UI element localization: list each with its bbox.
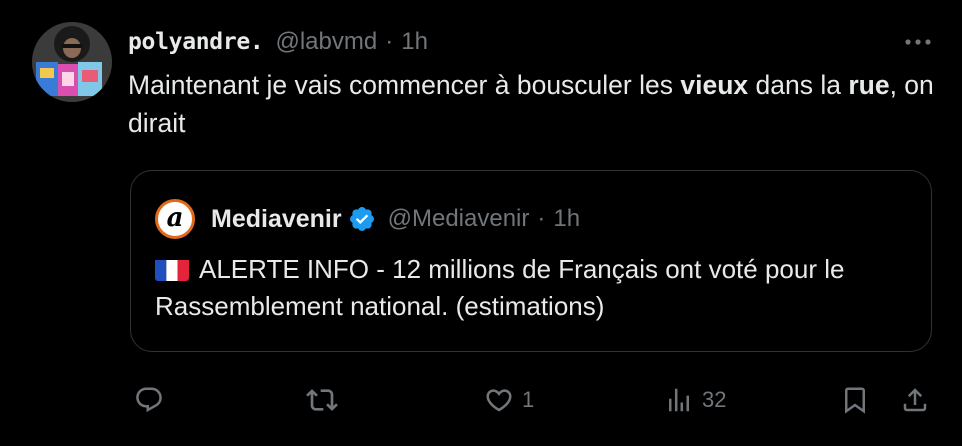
author-avatar[interactable] (32, 22, 112, 102)
views-count: 32 (702, 387, 727, 412)
tweet-header: polyandre. @labvmd · 1h (128, 24, 428, 60)
bookmark-button[interactable] (840, 378, 870, 422)
quoted-author-display-name[interactable]: Mediavenir (211, 205, 342, 234)
heart-icon (486, 389, 512, 412)
more-horizontal-icon (905, 39, 931, 45)
mediavenir-logo-icon: a (166, 203, 184, 233)
quoted-tweet-body: ALERTE INFO - 12 millions de Français on… (155, 254, 845, 321)
share-button[interactable] (900, 378, 930, 422)
tweet-text: Maintenant je vais commencer à bousculer… (128, 66, 938, 142)
tweet-text-part: Maintenant je vais commencer à bousculer… (128, 70, 681, 100)
tweet-time[interactable]: 1h (401, 28, 428, 56)
tweet-text-bold: rue (848, 70, 890, 100)
more-options-button[interactable] (896, 30, 940, 54)
quoted-tweet[interactable]: a Mediavenir @Mediavenir · 1h ALERTE INF… (130, 170, 932, 352)
verified-badge-icon (348, 205, 376, 233)
action-bar: 1 32 (0, 378, 962, 422)
avatar-image (32, 22, 112, 102)
reply-button[interactable] (134, 378, 164, 422)
quoted-author-handle[interactable]: @Mediavenir (388, 205, 530, 233)
reply-icon (136, 387, 162, 413)
france-flag-icon (155, 257, 189, 281)
share-icon (903, 388, 927, 412)
tweet-text-part: dans la (748, 70, 849, 100)
bookmark-icon (845, 387, 865, 414)
repost-icon (306, 389, 338, 411)
tweet-text-bold: vieux (680, 70, 749, 100)
author-handle[interactable]: @labvmd (275, 28, 377, 56)
views-button[interactable]: 32 (664, 378, 726, 422)
separator-dot: · (537, 205, 546, 232)
tweet[interactable]: polyandre. @labvmd · 1h Maintenant je va… (0, 0, 962, 446)
like-button[interactable]: 1 (484, 378, 534, 422)
views-chart-icon (669, 388, 689, 412)
quoted-author-avatar[interactable]: a (155, 199, 195, 239)
separator-dot: · (385, 28, 394, 55)
author-display-name[interactable]: polyandre. (128, 29, 264, 55)
repost-button[interactable] (306, 378, 338, 422)
quoted-tweet-text: ALERTE INFO - 12 millions de Français on… (155, 251, 915, 325)
quoted-tweet-time[interactable]: 1h (553, 205, 580, 233)
quoted-tweet-header: Mediavenir @Mediavenir · 1h (211, 201, 580, 237)
like-count: 1 (522, 387, 535, 412)
